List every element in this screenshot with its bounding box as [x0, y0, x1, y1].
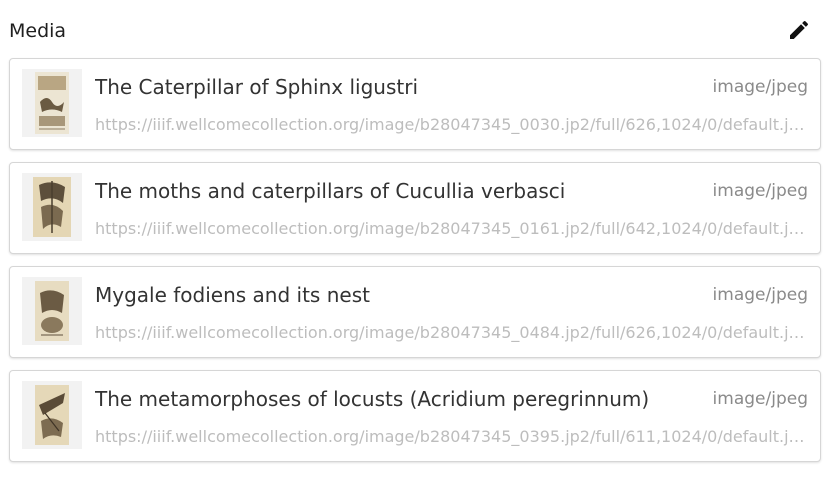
media-panel: Media The Caterpillar of Sphinx ligustri… [0, 0, 825, 481]
media-item[interactable]: Mygale fodiens and its nest image/jpeg h… [9, 266, 821, 358]
media-item-url: https://iiif.wellcomecollection.org/imag… [95, 323, 805, 342]
media-item-title: The Caterpillar of Sphinx ligustri [95, 75, 418, 99]
media-title: Media [9, 20, 67, 42]
media-thumbnail [22, 173, 82, 241]
media-item-mime: image/jpeg [712, 285, 808, 305]
media-item-title: The metamorphoses of locusts (Acridium p… [95, 387, 650, 411]
edit-button[interactable] [787, 18, 811, 42]
media-item-title: The moths and caterpillars of Cucullia v… [95, 179, 566, 203]
media-item-title: Mygale fodiens and its nest [95, 283, 370, 307]
engraving-image [33, 177, 71, 237]
media-thumbnail [22, 277, 82, 345]
media-item[interactable]: The metamorphoses of locusts (Acridium p… [9, 370, 821, 462]
media-thumbnail [22, 381, 82, 449]
media-list: The Caterpillar of Sphinx ligustri image… [9, 58, 821, 474]
engraving-image [35, 281, 69, 341]
media-item[interactable]: The Caterpillar of Sphinx ligustri image… [9, 58, 821, 150]
media-item-url: https://iiif.wellcomecollection.org/imag… [95, 115, 805, 134]
media-item-url: https://iiif.wellcomecollection.org/imag… [95, 219, 805, 238]
engraving-image [35, 385, 69, 445]
media-item-mime: image/jpeg [712, 77, 808, 97]
media-item-mime: image/jpeg [712, 389, 808, 409]
media-thumbnail [22, 69, 82, 137]
media-header: Media [9, 18, 821, 48]
pencil-icon [790, 20, 809, 39]
media-item[interactable]: The moths and caterpillars of Cucullia v… [9, 162, 821, 254]
engraving-image [35, 72, 69, 134]
media-item-url: https://iiif.wellcomecollection.org/imag… [95, 427, 805, 446]
media-item-mime: image/jpeg [712, 181, 808, 201]
